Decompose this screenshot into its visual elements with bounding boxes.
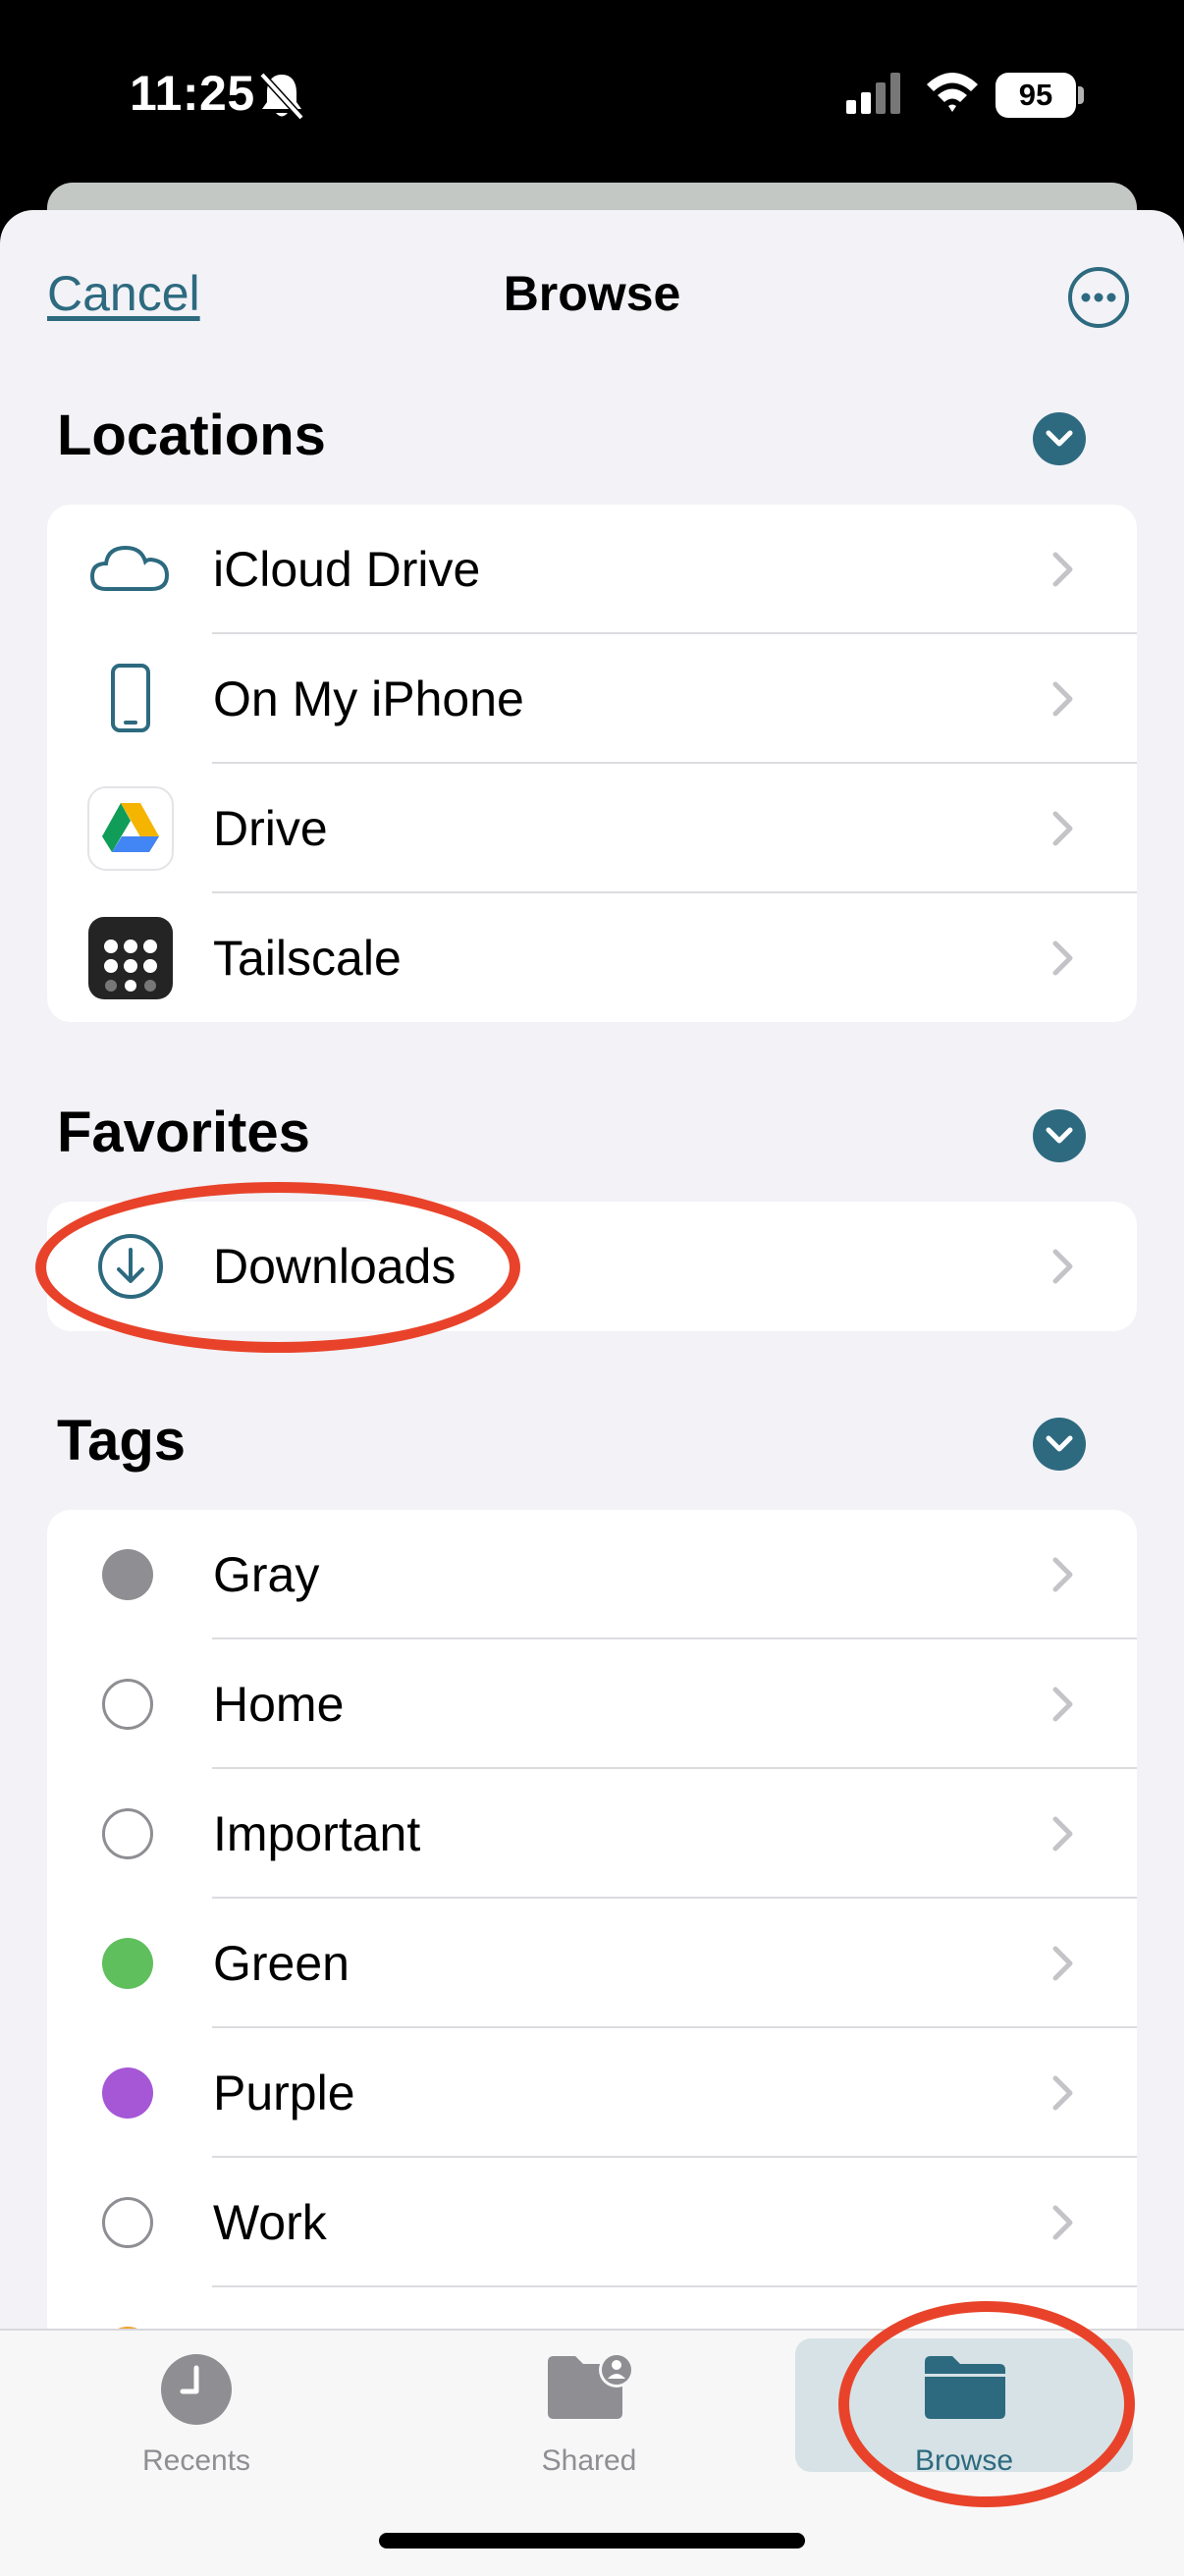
favorites-header: Favorites xyxy=(57,1100,310,1164)
chevron-right-icon xyxy=(1050,1814,1076,1858)
cloud-icon xyxy=(86,526,175,613)
cellular-signal-icon xyxy=(846,73,905,119)
chevron-right-icon xyxy=(1050,939,1076,983)
chevron-right-icon xyxy=(1050,679,1076,724)
wifi-icon xyxy=(925,69,980,119)
tag-color-dot xyxy=(102,2197,153,2248)
status-bar: 11:25 95 xyxy=(0,0,1184,187)
tag-row-green[interactable]: Green xyxy=(47,1899,1137,2028)
more-options-icon[interactable] xyxy=(1066,265,1131,330)
tag-row-home[interactable]: Home xyxy=(47,1639,1137,1769)
chevron-right-icon xyxy=(1050,1555,1076,1599)
location-row-on-my-iphone[interactable]: On My iPhone xyxy=(47,634,1137,764)
battery-level: 95 xyxy=(996,73,1076,118)
collapse-tags-icon[interactable] xyxy=(1033,1418,1086,1471)
tag-label: Gray xyxy=(213,1547,320,1602)
location-row-icloud-drive[interactable]: iCloud Drive xyxy=(47,505,1137,634)
home-indicator xyxy=(379,2533,805,2549)
collapse-favorites-icon[interactable] xyxy=(1033,1109,1086,1162)
tab-label: Recents xyxy=(141,2444,251,2477)
tag-label: Purple xyxy=(213,2066,355,2120)
location-row-drive[interactable]: Drive xyxy=(47,764,1137,893)
tab-recents[interactable]: Recents xyxy=(98,2331,295,2478)
location-row-tailscale[interactable]: Tailscale xyxy=(47,893,1137,1022)
status-time: 11:25 xyxy=(130,66,255,121)
browse-sheet: Cancel Browse Locations iCloud Drive On … xyxy=(0,210,1184,2574)
shared-folder-icon xyxy=(544,2350,638,2426)
tag-label: Work xyxy=(213,2195,327,2250)
tab-shared[interactable]: Shared xyxy=(491,2331,687,2478)
chevron-right-icon xyxy=(1050,1944,1076,1988)
tailscale-icon xyxy=(86,915,175,1001)
tag-label: Green xyxy=(213,1936,350,1991)
tag-color-dot xyxy=(102,1679,153,1730)
chevron-right-icon xyxy=(1050,1685,1076,1729)
tags-header: Tags xyxy=(57,1409,187,1473)
tag-color-dot xyxy=(102,1808,153,1859)
tag-row-work[interactable]: Work xyxy=(47,2158,1137,2287)
location-label: Drive xyxy=(213,801,328,856)
clock-icon xyxy=(159,2352,234,2432)
chevron-right-icon xyxy=(1050,550,1076,594)
google-drive-icon xyxy=(86,785,175,872)
tag-row-purple[interactable]: Purple xyxy=(47,2028,1137,2158)
chevron-right-icon xyxy=(1050,2203,1076,2247)
iphone-icon xyxy=(86,656,175,742)
battery-tip xyxy=(1078,86,1084,104)
tag-color-dot xyxy=(102,2067,153,2119)
locations-list: iCloud Drive On My iPhone Drive Tailscal… xyxy=(47,505,1137,1022)
bell-muted-icon xyxy=(257,71,306,127)
tag-label: Important xyxy=(213,1806,421,1861)
tab-label: Shared xyxy=(541,2444,637,2477)
tag-color-dot xyxy=(102,1938,153,1989)
tag-row-gray[interactable]: Gray xyxy=(47,1510,1137,1639)
tag-label: Home xyxy=(213,1677,345,1732)
locations-header: Locations xyxy=(57,403,326,467)
chevron-right-icon xyxy=(1050,809,1076,853)
chevron-right-icon xyxy=(1050,1247,1076,1291)
location-label: iCloud Drive xyxy=(213,542,481,597)
highlight-oval-browse-tab xyxy=(838,2301,1135,2507)
collapse-locations-icon[interactable] xyxy=(1033,412,1086,465)
location-label: Tailscale xyxy=(213,931,402,986)
highlight-oval-downloads xyxy=(35,1182,520,1353)
chevron-right-icon xyxy=(1050,2073,1076,2118)
tag-row-important[interactable]: Important xyxy=(47,1769,1137,1899)
tag-color-dot xyxy=(102,1549,153,1600)
location-label: On My iPhone xyxy=(213,671,524,726)
cancel-button[interactable]: Cancel xyxy=(47,265,200,322)
